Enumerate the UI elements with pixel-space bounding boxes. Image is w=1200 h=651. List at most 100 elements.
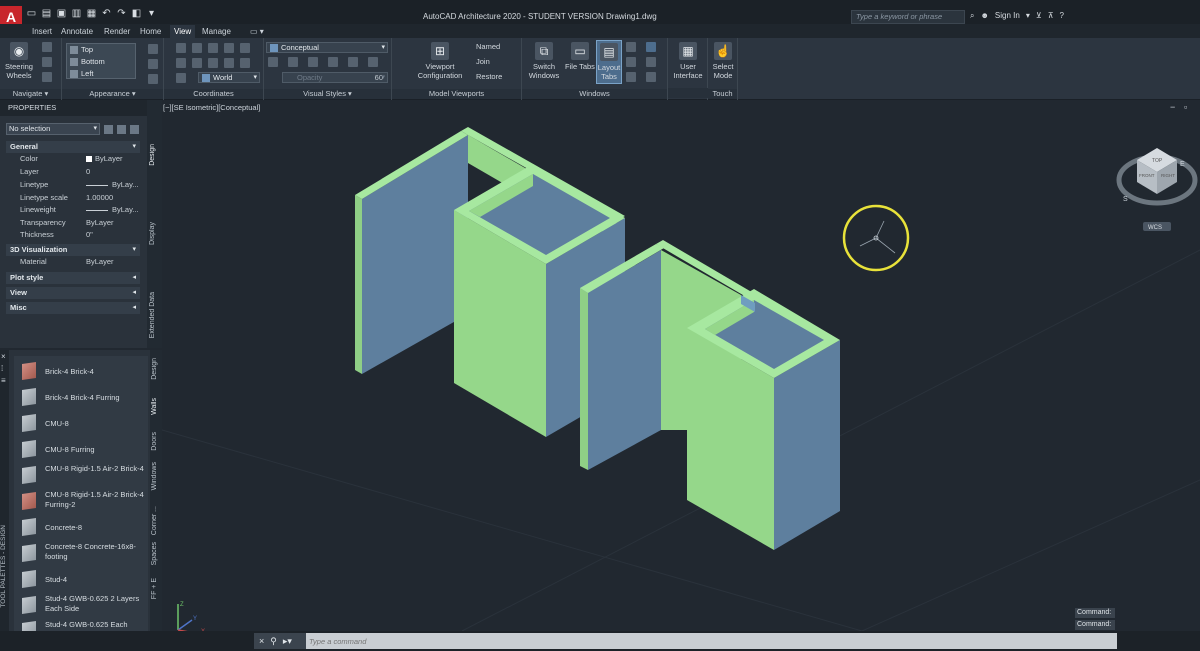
ucs-view-icon[interactable] <box>192 58 202 68</box>
restore-viewport-icon[interactable]: ▫ <box>1184 102 1187 112</box>
model-scene[interactable]: TOP FRONT RIGHT E S WCS <box>162 100 1200 631</box>
tab-annotate[interactable]: Annotate <box>57 25 97 38</box>
binoculars-icon[interactable]: ⌕ <box>970 10 974 22</box>
tab-windows[interactable]: Windows <box>151 462 158 490</box>
tool-item[interactable]: Stud-4 GWB-0.625 Each <box>14 620 148 631</box>
navigate-panel-label[interactable]: Navigate ▾ <box>0 89 61 99</box>
close-command-line-icon[interactable]: × <box>259 636 264 646</box>
tab-render[interactable]: Render <box>100 25 134 38</box>
tab-doors[interactable]: Doors <box>151 432 158 451</box>
tool-item[interactable]: Brick-4 Brick-4 <box>14 361 148 385</box>
selection-dropdown[interactable]: No selection <box>6 123 100 135</box>
tool-item[interactable]: Concrete-8 <box>14 517 148 541</box>
ucs-origin-icon[interactable] <box>240 43 250 53</box>
palette-menu-icon[interactable]: ≡ <box>1 376 6 385</box>
tool-item[interactable]: CMU-8 Rigid-1.5 Air-2 Brick-4 <box>14 464 148 488</box>
tab-design-palette[interactable]: Design <box>151 358 158 380</box>
ucs-face-icon[interactable] <box>176 58 186 68</box>
ucs-z-icon[interactable] <box>224 43 234 53</box>
view-top[interactable]: Top <box>67 44 135 56</box>
tool-item[interactable]: CMU-8 Rigid-1.5 Air-2 Brick-4 Furring-2 <box>14 490 148 514</box>
tab-corner[interactable]: Corner ... <box>151 506 158 535</box>
user-interface-button[interactable]: ▦ User Interface <box>670 42 706 80</box>
prop-row-material[interactable]: Material ByLayer <box>6 256 140 269</box>
section-general[interactable]: General <box>6 141 140 153</box>
undo-icon[interactable]: ↶ <box>101 8 112 19</box>
ucs-icon-toggle[interactable] <box>148 74 158 84</box>
zoom-extents-icon[interactable] <box>42 72 52 82</box>
chevron-down-icon[interactable]: ▾ <box>1026 10 1030 22</box>
select-objects-icon[interactable] <box>117 125 126 134</box>
restore-viewports-button[interactable]: Restore <box>476 72 520 81</box>
tab-design[interactable]: Design <box>149 144 156 166</box>
face-style-icon[interactable] <box>288 57 298 67</box>
prop-row-layer[interactable]: Layer 0 <box>6 166 140 179</box>
save-as-icon[interactable]: ▥ <box>71 8 82 19</box>
section-misc[interactable]: Misc <box>6 302 140 314</box>
appearance-panel-label[interactable]: Appearance ▾ <box>62 89 163 99</box>
section-plot-style[interactable]: Plot style <box>6 272 140 284</box>
layout-tabs-button[interactable]: ▤ Layout Tabs <box>596 40 622 84</box>
orbit-icon[interactable] <box>42 57 52 67</box>
ribbon-options-icon[interactable]: ▭ ▾ <box>246 25 268 38</box>
wall-solid-4[interactable] <box>687 289 840 550</box>
prop-row-transparency[interactable]: Transparency ByLayer <box>6 217 140 230</box>
toolbars-icon[interactable] <box>646 42 656 52</box>
customize-qat-icon[interactable]: ▾ <box>146 8 157 19</box>
model-viewport[interactable]: TOP FRONT RIGHT E S WCS <box>162 100 1200 631</box>
cascade-icon[interactable] <box>626 72 636 82</box>
background-icon[interactable] <box>368 57 378 67</box>
sign-in-link[interactable]: Sign In <box>995 10 1020 22</box>
view-bottom[interactable]: Bottom <box>67 56 135 68</box>
tab-insert[interactable]: Insert <box>28 25 56 38</box>
section-view[interactable]: View <box>6 287 140 299</box>
user-icon[interactable]: ☻ <box>980 10 988 22</box>
search-input[interactable]: Type a keyword or phrase <box>851 10 965 24</box>
switch-windows-button[interactable]: ⧉ Switch Windows <box>526 42 562 80</box>
exchange-icon[interactable]: ⊼ <box>1048 10 1054 22</box>
close-icon[interactable]: × <box>1 352 6 361</box>
help-icon[interactable]: ? <box>1060 10 1064 22</box>
prop-row-linetype[interactable]: Linetype ByLay... <box>6 179 140 192</box>
toggle-pickadd-icon[interactable] <box>104 125 113 134</box>
tile-vertically-icon[interactable] <box>626 57 636 67</box>
tile-horizontally-icon[interactable] <box>626 42 636 52</box>
view-left[interactable]: Left <box>67 68 135 80</box>
command-arrow-icon[interactable]: ▸▾ <box>283 636 292 647</box>
tab-home[interactable]: Home <box>136 25 165 38</box>
materials-icon[interactable] <box>328 57 338 67</box>
tool-item[interactable]: Concrete-8 Concrete-16x8-footing <box>14 542 148 566</box>
shadows-icon[interactable] <box>308 57 318 67</box>
visual-style-dropdown[interactable]: Conceptual <box>266 42 388 53</box>
share-icon[interactable]: ◧ <box>131 8 142 19</box>
section-3d-visualization[interactable]: 3D Visualization <box>6 244 140 256</box>
tool-item[interactable]: Stud-4 <box>14 569 148 593</box>
named-viewports-button[interactable]: Named <box>476 42 520 51</box>
tab-walls[interactable]: Walls <box>151 398 158 415</box>
tab-extended-data[interactable]: Extended Data <box>149 292 156 338</box>
tab-view[interactable]: View <box>170 25 196 38</box>
visual-styles-panel-label[interactable]: Visual Styles ▾ <box>264 89 391 99</box>
tool-item[interactable]: CMU-8 Furring <box>14 439 148 463</box>
pan-icon[interactable] <box>42 42 52 52</box>
tab-spaces[interactable]: Spaces <box>151 542 158 565</box>
customize-command-line-icon[interactable]: ⚲ <box>270 636 277 647</box>
save-icon[interactable]: ▣ <box>56 8 67 19</box>
tool-item[interactable]: Brick-4 Brick-4 Furring <box>14 387 148 411</box>
viewcube[interactable]: TOP FRONT RIGHT E S WCS <box>1116 148 1198 231</box>
opacity-slider[interactable]: Opacity 60 <box>282 72 388 83</box>
command-input[interactable] <box>309 634 1109 648</box>
viewport-configuration-button[interactable]: ⊞ Viewport Configuration <box>412 42 468 80</box>
ucs-dropdown[interactable]: World <box>198 72 260 83</box>
compass-south[interactable]: S <box>1123 196 1128 203</box>
prop-row-thickness[interactable]: Thickness 0" <box>6 229 140 242</box>
join-viewports-button[interactable]: Join <box>476 57 520 66</box>
open-icon[interactable]: ▤ <box>41 8 52 19</box>
steering-wheels-button[interactable]: ◉ Steering Wheels <box>2 42 36 80</box>
ucs-object-icon[interactable] <box>208 58 218 68</box>
auto-hide-icon[interactable]: ⁞ <box>1 364 3 373</box>
properties-title[interactable]: PROPERTIES <box>0 100 160 116</box>
status-bar-icon[interactable] <box>646 72 656 82</box>
new-icon[interactable]: ▭ <box>26 8 37 19</box>
tab-ff-e[interactable]: FF + E <box>151 578 158 599</box>
